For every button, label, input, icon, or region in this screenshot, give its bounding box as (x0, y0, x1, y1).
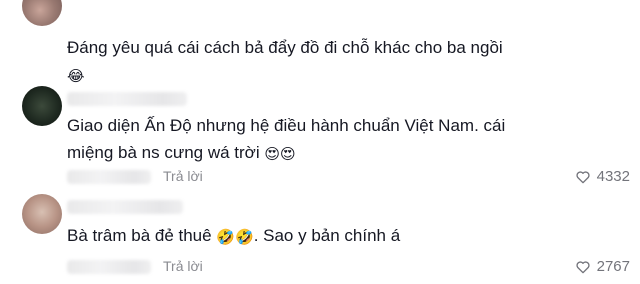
comment-feed: Đáng yêu quá cái cách bả đẩy đồ đi chỗ k… (0, 0, 640, 284)
reply-button[interactable]: Trả lời (163, 258, 203, 274)
like-button[interactable]: 2767 (575, 258, 630, 275)
comment-text: Giao diện Ấn Độ nhưng hệ điều hành chuẩn… (67, 116, 506, 163)
comment-text: Đáng yêu quá cái cách bả đẩy đồ đi chỗ k… (67, 38, 503, 85)
rolling-laughing-emoji: 🤣🤣 (216, 229, 254, 246)
heart-eyes-emoji: 😍😍 (264, 146, 296, 163)
laughing-emoji: 😂 (67, 68, 85, 85)
avatar[interactable] (22, 0, 62, 26)
comment-text: Bà trâm bà đẻ thuê 🤣🤣. Sao y bản chính á (67, 226, 401, 246)
like-button[interactable]: 4332 (575, 168, 630, 185)
avatar[interactable] (22, 86, 62, 126)
username-blurred (67, 200, 183, 214)
reply-button[interactable]: Trả lời (163, 168, 203, 184)
heart-outline-icon (576, 170, 590, 183)
timestamp-blurred (67, 170, 151, 184)
like-count: 4332 (596, 168, 630, 185)
heart-outline-icon (576, 260, 590, 273)
like-count: 2767 (596, 258, 630, 275)
avatar[interactable] (22, 194, 62, 234)
timestamp-blurred (67, 260, 151, 274)
username-blurred (67, 92, 187, 106)
